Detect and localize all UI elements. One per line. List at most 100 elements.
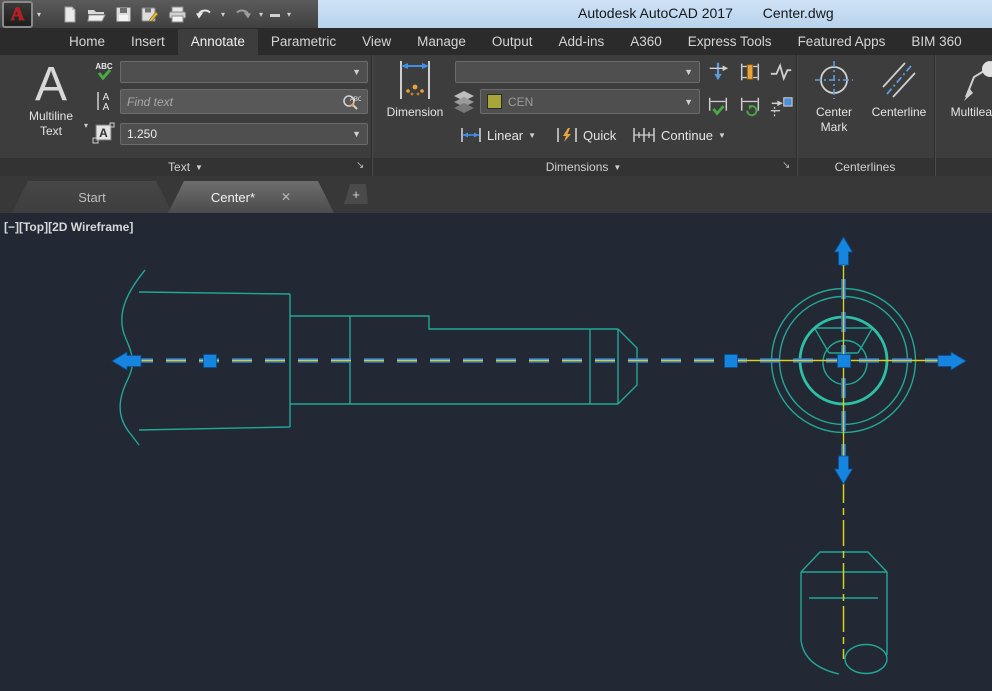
center-grip[interactable] — [838, 355, 851, 368]
file-tab-start[interactable]: Start — [12, 181, 172, 213]
tab-featured-apps[interactable]: Featured Apps — [785, 29, 899, 55]
centerline-button[interactable]: Centerline — [866, 57, 932, 120]
dim-update-button[interactable] — [738, 95, 762, 119]
adjust-space-icon — [738, 60, 762, 84]
tab-parametric[interactable]: Parametric — [258, 29, 349, 55]
open-folder-icon — [87, 6, 106, 23]
dim-layer-button[interactable] — [452, 89, 476, 113]
dim-layer-dropdown[interactable]: CEN ▼ — [480, 89, 700, 114]
text-dialog-launcher-icon[interactable]: ↘ — [356, 160, 364, 171]
panel-separator — [796, 158, 797, 176]
reassociate-button[interactable] — [769, 95, 793, 119]
tab-annotate[interactable]: Annotate — [178, 29, 258, 55]
customize-qat-caret-icon[interactable]: ▾ — [287, 10, 291, 19]
part-geometry[interactable] — [120, 270, 915, 674]
adjust-space-button[interactable] — [738, 60, 762, 84]
dim-update-icon — [738, 95, 762, 119]
undo-button[interactable] — [194, 4, 214, 24]
multiline-text-caret-icon[interactable]: ▾ — [84, 121, 88, 130]
linear-dimension-button[interactable]: Linear ▼ — [460, 123, 536, 147]
annotation-scale-icon: A — [92, 121, 116, 145]
layers-icon — [452, 89, 476, 113]
ribbon-panels: A Multiline Text ▾ ABC A A A ▼ — [0, 55, 992, 158]
app-menu-caret-icon[interactable]: ▾ — [37, 10, 41, 19]
text-style-dropdown[interactable]: ▼ — [120, 61, 368, 83]
midpoint-grip[interactable] — [725, 355, 738, 368]
open-file-button[interactable] — [86, 4, 106, 24]
dim-check-button[interactable] — [706, 95, 730, 119]
centerlines-panel-title[interactable]: Centerlines — [796, 158, 934, 176]
close-tab-icon[interactable]: ✕ — [281, 190, 291, 204]
dimensions-dialog-launcher-icon[interactable]: ↘ — [782, 160, 790, 171]
save-as-icon — [141, 6, 159, 23]
center-tab-label: Center* — [211, 190, 255, 205]
tab-bim360[interactable]: BIM 360 — [898, 29, 974, 55]
break-dimension-button[interactable] — [706, 60, 730, 84]
center-mark-icon — [812, 57, 856, 103]
bottom-arrow-grip[interactable] — [835, 456, 853, 484]
file-tab-center[interactable]: Center* ✕ — [168, 181, 334, 213]
redo-caret-icon[interactable]: ▾ — [259, 10, 263, 19]
spell-check-button[interactable]: ABC — [92, 59, 116, 83]
customize-qat-button[interactable]: ▬ — [270, 9, 280, 20]
tab-insert[interactable]: Insert — [118, 29, 178, 55]
svg-text:ABC: ABC — [350, 97, 361, 103]
text-height-caret-icon: ▼ — [352, 129, 361, 139]
plot-button[interactable] — [167, 4, 187, 24]
dimension-button[interactable]: Dimension — [378, 57, 452, 120]
find-text-input[interactable] — [127, 95, 341, 109]
find-text-search-icon[interactable]: ABC — [341, 93, 361, 111]
start-tab-label: Start — [78, 190, 105, 205]
multiline-text-button[interactable]: A Multiline Text — [10, 57, 92, 139]
continue-dimension-button[interactable]: Continue ▼ — [632, 123, 726, 147]
reassociate-icon — [769, 95, 793, 119]
dimensions-panel-caret-icon: ▼ — [613, 163, 621, 172]
continue-caret-icon: ▼ — [718, 131, 726, 140]
find-text-field[interactable]: ABC — [120, 89, 368, 114]
centerlines-panel-title-label: Centerlines — [835, 160, 896, 174]
app-menu-button[interactable]: A — [2, 1, 33, 28]
shaft-tip[interactable] — [618, 329, 637, 404]
tab-home[interactable]: Home — [56, 29, 118, 55]
dim-style-dropdown[interactable]: ▼ — [455, 61, 700, 83]
left-arrow-grip[interactable] — [112, 352, 141, 370]
jogged-linear-button[interactable] — [769, 60, 793, 84]
save-button[interactable] — [113, 4, 133, 24]
tab-express-tools[interactable]: Express Tools — [675, 29, 785, 55]
new-file-button[interactable] — [59, 4, 79, 24]
printer-icon — [168, 6, 187, 23]
tab-add-ins[interactable]: Add-ins — [545, 29, 617, 55]
undo-caret-icon[interactable]: ▾ — [221, 10, 225, 19]
model-space-canvas[interactable]: [−][Top][2D Wireframe] — [0, 213, 992, 691]
dim-layer-caret-icon: ▼ — [684, 97, 693, 107]
dim-check-icon — [706, 95, 730, 119]
break-dimension-icon — [706, 60, 730, 84]
quick-dimension-button[interactable]: Quick — [556, 123, 616, 147]
bottom-view-pin-circle[interactable] — [845, 645, 887, 674]
text-panel-title[interactable]: Text ▼ — [0, 158, 371, 176]
tab-a360[interactable]: A360 — [617, 29, 675, 55]
new-drawing-tab-button[interactable]: + — [344, 184, 368, 204]
multileader-button[interactable]: Multileader — [940, 57, 992, 120]
dimensions-panel-title[interactable]: Dimensions ▼ — [371, 158, 796, 176]
text-align-button[interactable]: A A — [92, 89, 116, 113]
tab-manage[interactable]: Manage — [404, 29, 479, 55]
linear-caret-icon: ▼ — [528, 131, 536, 140]
redo-button[interactable] — [232, 4, 252, 24]
annotation-scale-button[interactable]: A — [92, 121, 116, 145]
center-mark-button[interactable]: Center Mark — [802, 57, 866, 135]
top-arrow-grip[interactable] — [835, 237, 853, 265]
right-arrow-grip[interactable] — [938, 352, 966, 370]
multileader-icon — [958, 57, 992, 103]
midpoint-grip[interactable] — [204, 355, 217, 368]
tab-output[interactable]: Output — [479, 29, 546, 55]
text-height-dropdown[interactable]: 1.250 ▼ — [120, 123, 368, 145]
dim-layer-value: CEN — [508, 95, 533, 109]
ribbon-tab-bar: Home Insert Annotate Parametric View Man… — [0, 28, 992, 55]
drawing-viewport[interactable] — [0, 213, 992, 691]
save-as-button[interactable] — [140, 4, 160, 24]
tab-view[interactable]: View — [349, 29, 404, 55]
svg-text:A: A — [35, 58, 67, 107]
selected-centerline-highlight[interactable] — [133, 246, 952, 470]
text-panel-title-label: Text — [168, 160, 190, 174]
